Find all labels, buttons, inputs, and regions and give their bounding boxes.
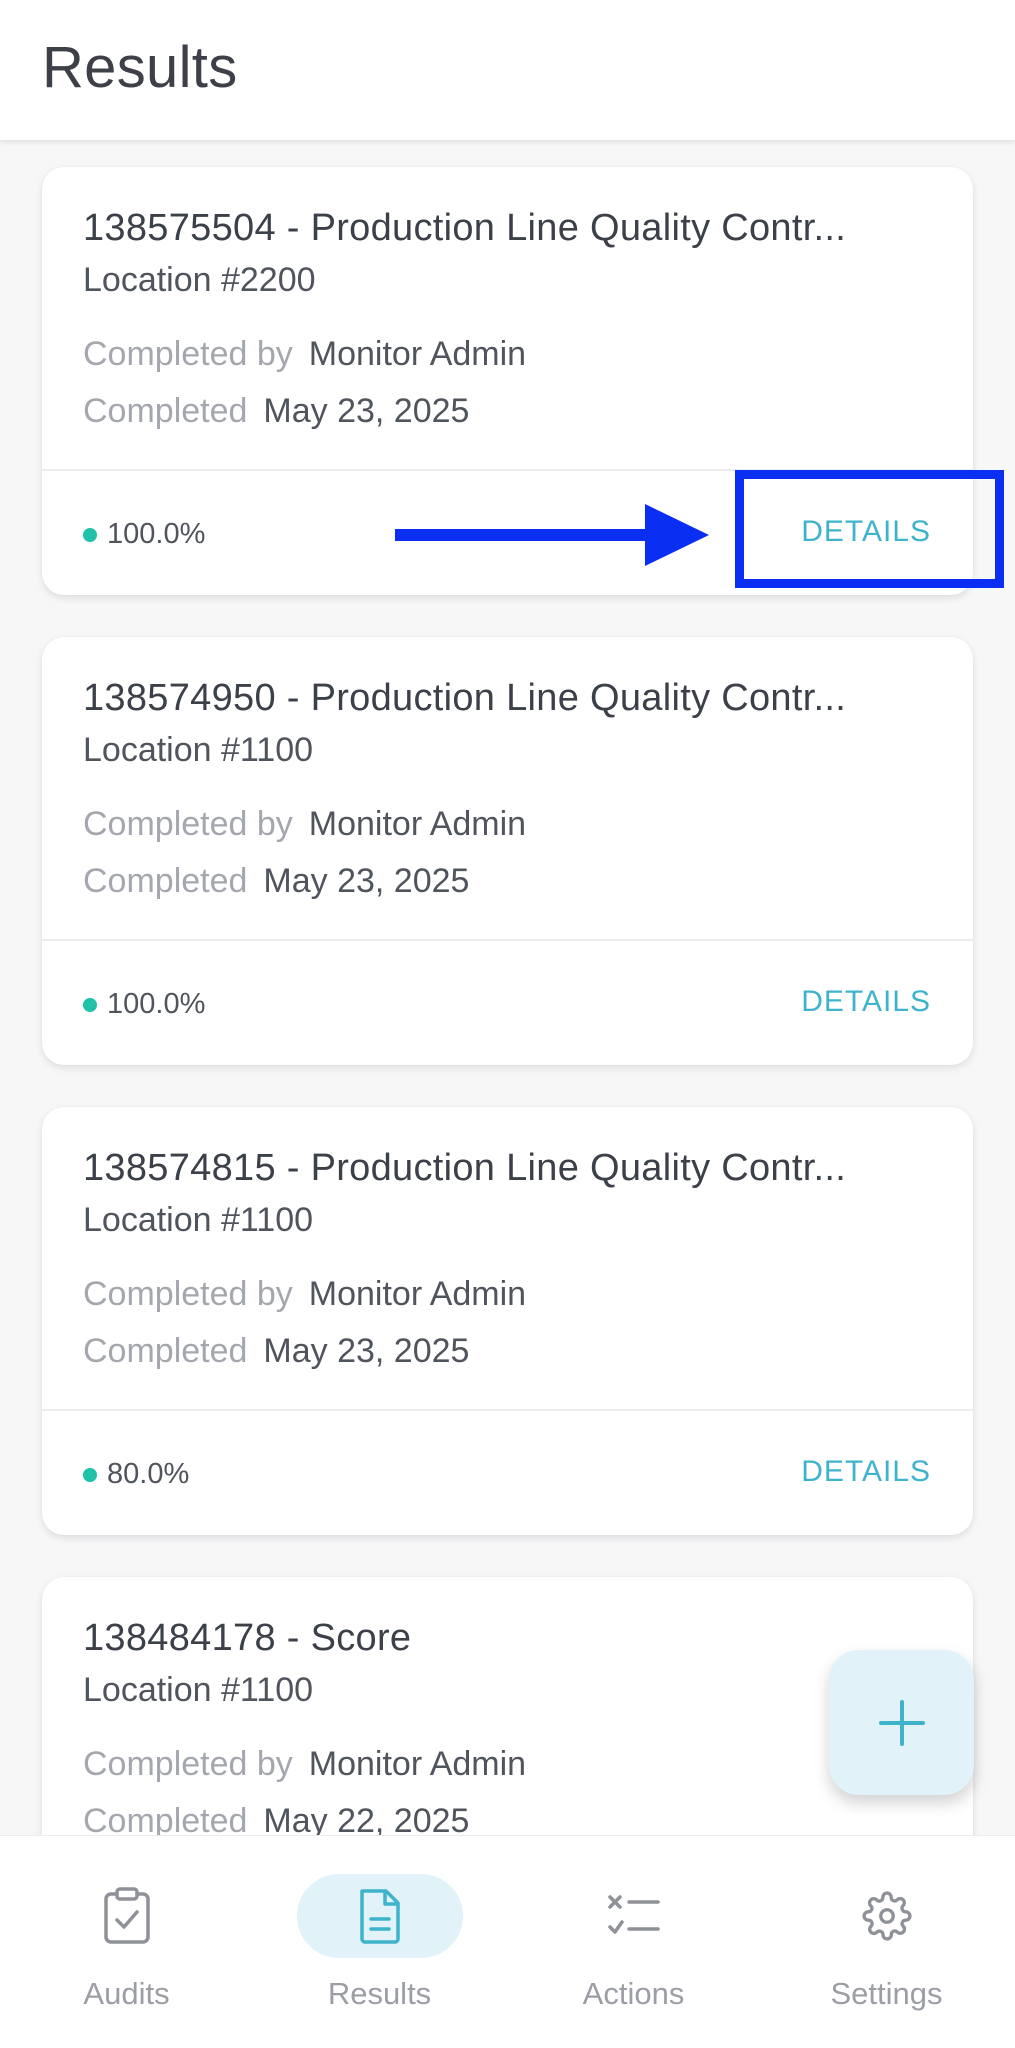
result-card-body[interactable]: 138574815 - Production Line Quality Cont… [42, 1107, 973, 1409]
completed-by-row: Completed by Monitor Admin [83, 805, 526, 844]
completed-by-row: Completed by Monitor Admin [83, 1275, 526, 1314]
result-card[interactable]: 138574950 - Production Line Quality Cont… [42, 637, 973, 1065]
details-button[interactable]: DETAILS [801, 1455, 931, 1489]
document-icon [359, 1889, 400, 1944]
score: 80.0% [83, 1458, 189, 1491]
result-title: 138574950 - Production Line Quality Cont… [83, 677, 847, 719]
annotation-arrow-icon [395, 504, 709, 566]
nav-item-results[interactable]: Results [253, 1836, 506, 2048]
completed-date-value: May 23, 2025 [263, 392, 470, 430]
nav-label: Settings [830, 1976, 943, 2011]
nav-label: Audits [83, 1976, 170, 2011]
score: 100.0% [83, 988, 205, 1021]
completed-by-label: Completed by [83, 805, 293, 843]
completed-date-value: May 22, 2025 [263, 1802, 470, 1835]
completed-by-value: Monitor Admin [308, 1275, 527, 1313]
nav-icon-container [551, 1874, 717, 1958]
completed-label: Completed [83, 1802, 248, 1835]
nav-item-settings[interactable]: Settings [760, 1836, 1013, 2048]
result-card-body[interactable]: 138574950 - Production Line Quality Cont… [42, 637, 973, 939]
completed-by-label: Completed by [83, 1275, 293, 1313]
score-value: 100.0% [107, 518, 206, 550]
completed-date-row: Completed May 22, 2025 [83, 1802, 469, 1835]
page-title: Results [42, 35, 238, 100]
completed-date-value: May 23, 2025 [263, 1332, 470, 1370]
result-title: 138484178 - Score [83, 1617, 412, 1659]
score-value: 100.0% [107, 988, 206, 1020]
completed-by-label: Completed by [83, 1745, 293, 1783]
result-location: Location #1100 [83, 1671, 314, 1709]
completed-label: Completed [83, 862, 248, 900]
details-button[interactable]: DETAILS [801, 985, 931, 1019]
header: Results [0, 0, 1015, 141]
app: Results 138575504 - Production Line Qual… [0, 0, 1015, 2048]
result-location: Location #1100 [83, 1201, 314, 1239]
nav-label: Results [327, 1976, 432, 2011]
score-dot-icon [83, 1467, 97, 1482]
completed-by-label: Completed by [83, 335, 293, 373]
result-title: 138574815 - Production Line Quality Cont… [83, 1147, 847, 1189]
plus-icon [878, 1699, 925, 1746]
completed-label: Completed [83, 392, 248, 430]
checklist-icon [607, 1895, 660, 1934]
results-list[interactable]: 138575504 - Production Line Quality Cont… [0, 141, 1015, 1835]
nav-item-audits[interactable]: Audits [0, 1836, 253, 2048]
result-location: Location #2200 [83, 261, 316, 299]
nav-icon-container [804, 1874, 970, 1958]
completed-date-row: Completed May 23, 2025 [83, 1332, 469, 1371]
nav-icon-container-active [296, 1874, 463, 1958]
completed-label: Completed [83, 1332, 248, 1370]
completed-date-row: Completed May 23, 2025 [83, 862, 469, 901]
completed-by-value: Monitor Admin [308, 805, 527, 843]
bottom-nav: Audits Results Actions Settings [0, 1835, 1015, 2048]
result-card-footer: 80.0% DETAILS [42, 1409, 973, 1535]
result-card-body[interactable]: 138575504 - Production Line Quality Cont… [42, 167, 973, 469]
completed-by-row: Completed by Monitor Admin [83, 1745, 526, 1784]
result-location: Location #1100 [83, 731, 314, 769]
score: 100.0% [83, 518, 205, 551]
score-dot-icon [83, 527, 97, 542]
completed-by-value: Monitor Admin [308, 335, 527, 373]
result-title: 138575504 - Production Line Quality Cont… [83, 207, 847, 249]
completed-date-row: Completed May 23, 2025 [83, 392, 469, 431]
nav-icon-container [44, 1874, 210, 1958]
completed-by-row: Completed by Monitor Admin [83, 335, 526, 374]
score-dot-icon [83, 997, 97, 1012]
result-card[interactable]: 138574815 - Production Line Quality Cont… [42, 1107, 973, 1535]
annotation-highlight-box [735, 470, 1004, 588]
add-button[interactable] [829, 1650, 974, 1795]
completed-date-value: May 23, 2025 [263, 862, 470, 900]
score-value: 80.0% [107, 1458, 190, 1490]
clipboard-check-icon [103, 1887, 150, 1944]
nav-item-actions[interactable]: Actions [507, 1836, 760, 2048]
nav-label: Actions [582, 1976, 685, 2011]
completed-by-value: Monitor Admin [308, 1745, 527, 1783]
gear-icon [861, 1891, 912, 1941]
result-card-footer: 100.0% DETAILS [42, 939, 973, 1065]
